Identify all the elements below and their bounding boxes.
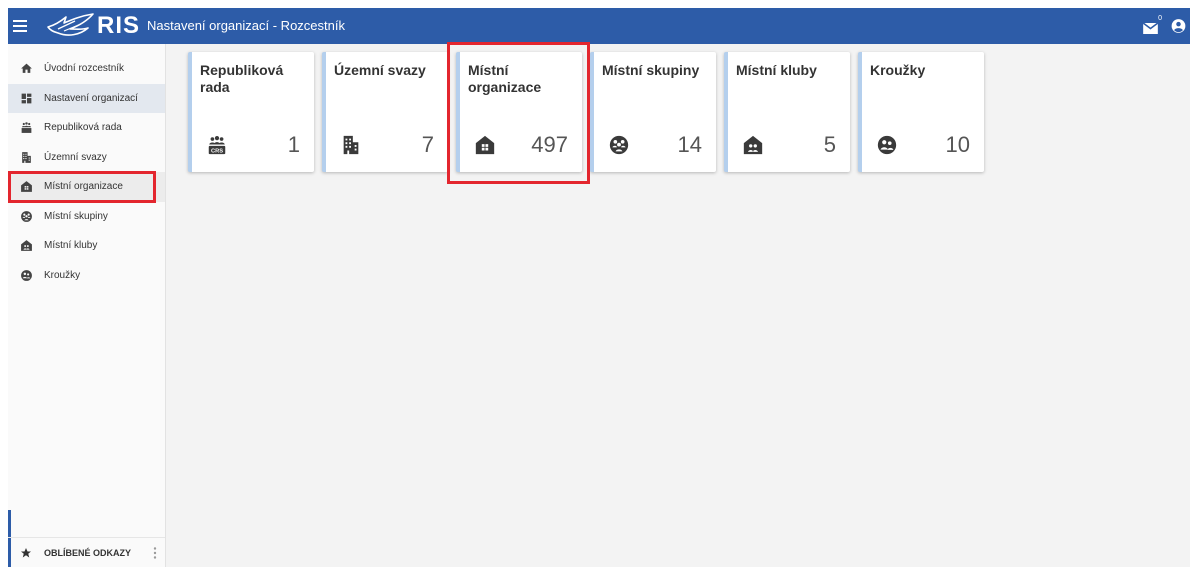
card-count: 7 xyxy=(421,132,434,157)
sidebar-item-label: Místní organizace xyxy=(44,181,123,193)
card-title: Místní organizace xyxy=(468,62,542,95)
dashboard-icon xyxy=(20,92,33,105)
circle-people-icon xyxy=(20,269,33,282)
sidebar-item-label: Úvodní rozcestník xyxy=(44,63,125,75)
crs-badge-text: CRS xyxy=(211,148,223,154)
house-grid-icon xyxy=(474,134,496,156)
card-uzemni-svazy[interactable]: Územní svazy 7 xyxy=(322,52,448,172)
sidebar-item-label: Republiková rada xyxy=(44,122,122,134)
building-icon xyxy=(20,151,33,164)
card-count: 10 xyxy=(945,132,970,157)
card-title: Kroužky xyxy=(870,62,926,78)
sidebar-item-nastaveni-organizaci[interactable]: Nastavení organizací xyxy=(8,83,165,113)
mail-button[interactable]: 0 xyxy=(1143,15,1162,35)
house-grid-icon xyxy=(20,180,33,193)
account-circle-icon[interactable] xyxy=(1171,19,1186,34)
star-icon xyxy=(20,547,32,559)
house-people-icon xyxy=(20,239,33,252)
card-mistni-organizace[interactable]: Místní organizace 497 xyxy=(456,52,582,172)
sidebar-item-label: Kroužky xyxy=(44,269,81,281)
sidebar-item-label: Územní svazy xyxy=(44,151,107,163)
favorites-section[interactable]: OBLÍBENÉ ODKAZY xyxy=(8,537,165,567)
card-count: 497 xyxy=(531,132,568,157)
app-root: RIS Nastavení organizací - Rozcestník 0 … xyxy=(0,0,1190,567)
card-title: Místní skupiny xyxy=(602,62,700,78)
council-group-icon xyxy=(20,121,33,134)
card-grid: Republiková rada CRS 1 Územní svazy 7 Mí… xyxy=(166,44,1190,172)
sidebar-item-krouzky[interactable]: Kroužky xyxy=(8,261,165,291)
house-people-icon xyxy=(742,134,764,156)
favorites-label: OBLÍBENÉ ODKAZY xyxy=(44,547,132,558)
circle-people-icon xyxy=(876,134,898,156)
main-content: Republiková rada CRS 1 Územní svazy 7 Mí… xyxy=(166,44,1190,567)
card-mistni-kluby[interactable]: Místní kluby 5 xyxy=(724,52,850,172)
top-bar: RIS Nastavení organizací - Rozcestník 0 xyxy=(8,8,1190,44)
sidebar-item-mistni-skupiny[interactable]: Místní skupiny xyxy=(8,202,165,232)
card-count: 1 xyxy=(287,132,300,157)
sidebar-item-mistni-kluby[interactable]: Místní kluby xyxy=(8,231,165,261)
council-group-icon: CRS xyxy=(208,136,226,154)
sidebar-item-label: Nastavení organizací xyxy=(44,92,138,104)
sidebar-item-label: Místní kluby xyxy=(44,240,98,252)
card-title: Územní svazy xyxy=(334,62,426,78)
sidebar-item-mistni-organizace[interactable]: Místní organizace xyxy=(8,172,165,202)
card-krouzky[interactable]: Kroužky 10 xyxy=(858,52,984,172)
card-count: 14 xyxy=(677,132,702,157)
kebab-menu-icon[interactable] xyxy=(153,547,157,559)
sidebar: Úvodní rozcestník Nastavení organizací R… xyxy=(8,44,166,567)
sidebar-item-uvodni-rozcestnik[interactable]: Úvodní rozcestník xyxy=(8,54,165,84)
hamburger-icon[interactable] xyxy=(13,20,27,32)
sidebar-item-label: Místní skupiny xyxy=(44,210,108,222)
home-icon xyxy=(20,62,33,75)
circle-group-icon xyxy=(20,210,33,223)
sidebar-nav: Úvodní rozcestník Nastavení organizací R… xyxy=(8,44,165,290)
building-icon xyxy=(340,134,362,156)
bird-logo-icon[interactable] xyxy=(45,12,97,40)
card-title: Místní kluby xyxy=(736,62,817,78)
card-mistni-skupiny[interactable]: Místní skupiny 14 xyxy=(590,52,716,172)
mail-badge: 0 xyxy=(1158,15,1162,22)
sidebar-item-republikova-rada[interactable]: Republiková rada xyxy=(8,113,165,143)
card-count: 5 xyxy=(823,132,836,157)
mail-icon xyxy=(1143,23,1158,34)
page-title: Nastavení organizací - Rozcestník xyxy=(147,18,345,33)
circle-group-icon xyxy=(608,134,630,156)
sidebar-item-uzemni-svazy[interactable]: Územní svazy xyxy=(8,143,165,173)
logo-text[interactable]: RIS xyxy=(97,12,140,40)
card-title: Republiková rada xyxy=(200,62,284,95)
card-republikova-rada[interactable]: Republiková rada CRS 1 xyxy=(188,52,314,172)
